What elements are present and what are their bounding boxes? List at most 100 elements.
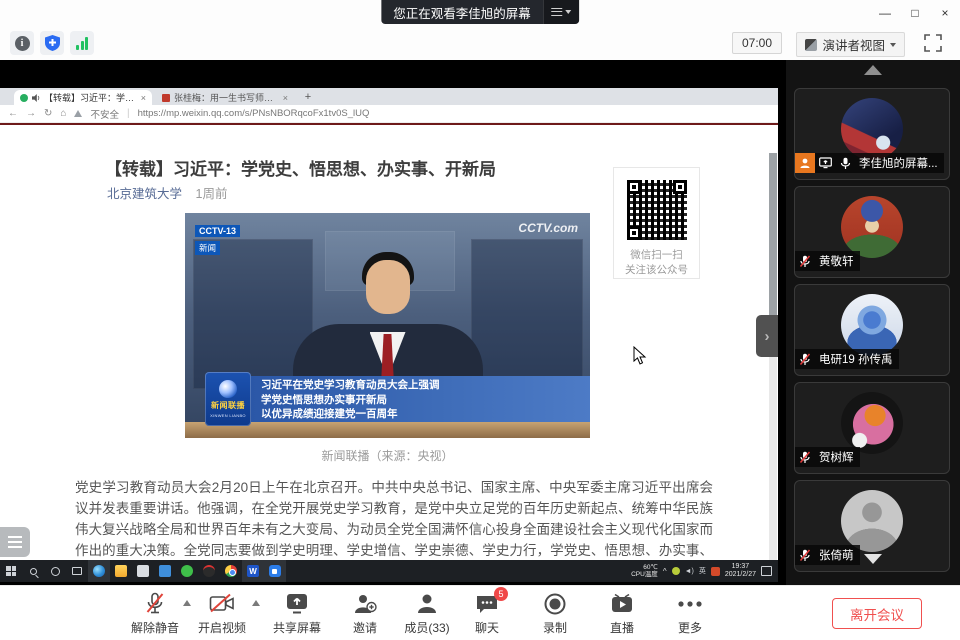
action-center-icon[interactable] xyxy=(761,566,772,576)
network-signal-button[interactable] xyxy=(70,31,94,55)
browser-address-bar[interactable]: ← → ↻ ⌂ 不安全 | https://mp.weixin.qq.com/s… xyxy=(0,105,778,123)
meeting-info-button[interactable]: i xyxy=(10,31,34,55)
mic-muted-icon xyxy=(795,349,815,369)
article-byline: 北京建筑大学 1周前 xyxy=(107,183,227,202)
ime-indicator[interactable]: 英 xyxy=(699,566,706,576)
participant-label: 黄敬轩 xyxy=(795,251,860,271)
close-button[interactable]: × xyxy=(930,0,960,26)
security-shield-button[interactable] xyxy=(40,31,64,55)
share-screen-button[interactable]: 共享屏幕 xyxy=(265,592,329,636)
record-button[interactable]: 录制 xyxy=(523,592,587,636)
article-date: 1周前 xyxy=(196,187,228,201)
caption-line2: 学党史悟思想办实事开新局 xyxy=(261,393,584,408)
tab-title: 张桂梅：用一生书写师德情怀 xyxy=(174,91,279,104)
members-button[interactable]: 成员(33) xyxy=(395,592,459,636)
tab-close-icon[interactable]: × xyxy=(141,93,146,103)
qr-caption-line2: 关注该公众号 xyxy=(614,263,699,278)
qq-icon[interactable] xyxy=(198,560,220,582)
taskbar-clock[interactable]: 19:37 2021/2/27 xyxy=(725,563,756,579)
maximize-button[interactable]: □ xyxy=(900,0,930,26)
participant-tile[interactable]: 李佳旭的屏幕... xyxy=(794,88,950,180)
refresh-icon[interactable]: ↻ xyxy=(44,108,52,119)
list-icon xyxy=(8,536,22,548)
caption-line1: 习近平在党史学习教育动员大会上强调 xyxy=(261,378,584,393)
system-tray: 60℃ CPU温度 ^ ◄) 英 19:37 2021/2/27 xyxy=(631,560,778,582)
article-author-link[interactable]: 北京建筑大学 xyxy=(107,187,182,201)
badge-menu-button[interactable] xyxy=(543,0,579,24)
chat-unread-badge: 5 xyxy=(494,587,508,601)
participant-tile[interactable]: 黄敬轩 xyxy=(794,186,950,278)
qr-finder-mark xyxy=(673,180,687,194)
chat-button[interactable]: 5 聊天 xyxy=(455,592,519,636)
browser-tab-active[interactable]: 【转载】习近平：学党史… × xyxy=(14,90,152,105)
wechat-icon[interactable] xyxy=(176,560,198,582)
article-page: 【转载】习近平：学党史、悟思想、办实事、开新局 北京建筑大学 1周前 微信扫一扫 xyxy=(0,125,778,585)
participant-tile[interactable]: 贺树辉 xyxy=(794,382,950,474)
scroll-down-icon[interactable] xyxy=(864,554,882,564)
chevron-down-icon xyxy=(565,10,571,14)
browser-tab-inactive[interactable]: 张桂梅：用一生书写师德情怀 × xyxy=(156,90,294,105)
article-title: 【转载】习近平：学党史、悟思想、办实事、开新局 xyxy=(105,155,625,180)
outline-float-button[interactable] xyxy=(0,527,30,557)
video-credit: 新闻联播（来源：央视） xyxy=(185,447,590,464)
live-button[interactable]: 直播 xyxy=(590,592,654,636)
start-button[interactable] xyxy=(0,560,22,582)
windows-taskbar: W 60℃ CPU温度 ^ ◄) 英 19:37 2021/2/27 xyxy=(0,560,778,582)
more-button[interactable]: 更多 xyxy=(658,592,722,636)
chrome-icon[interactable] xyxy=(220,560,242,582)
qr-finder-mark xyxy=(627,180,641,194)
invite-button[interactable]: 邀请 xyxy=(333,592,397,636)
record-icon xyxy=(543,592,567,616)
new-tab-button[interactable]: + xyxy=(300,90,316,105)
avatar xyxy=(841,98,903,160)
mail-icon[interactable] xyxy=(154,560,176,582)
volume-icon[interactable]: ◄) xyxy=(685,568,694,575)
file-explorer-icon[interactable] xyxy=(110,560,132,582)
fullscreen-button[interactable] xyxy=(922,32,944,54)
edge-icon[interactable] xyxy=(88,560,110,582)
task-view-icon[interactable] xyxy=(66,560,88,582)
news-video-player[interactable]: CCTV-13 新闻 CCTV.com 习近平在党史学习教育动员大会上强调 学党… xyxy=(185,213,590,438)
participant-label: 贺树辉 xyxy=(795,447,860,467)
members-icon xyxy=(415,592,439,616)
info-icon: i xyxy=(15,36,30,51)
video-options-caret[interactable] xyxy=(252,600,260,606)
home-icon[interactable]: ⌂ xyxy=(60,108,66,119)
scroll-up-icon[interactable] xyxy=(864,65,882,75)
tray-app-icon[interactable] xyxy=(672,567,680,575)
participant-tile[interactable]: 电研19 孙传禹 xyxy=(794,284,950,376)
minimize-button[interactable]: — xyxy=(870,0,900,26)
scrollbar-thumb[interactable] xyxy=(769,153,777,323)
tab-title: 【转载】习近平：学党史… xyxy=(44,91,137,104)
view-mode-dropdown[interactable]: 演讲者视图 xyxy=(796,32,905,57)
meeting-app-icon[interactable] xyxy=(264,560,286,582)
participant-label: 李佳旭的屏幕... xyxy=(795,153,944,173)
url-text[interactable]: https://mp.weixin.qq.com/s/PNsNBORqcoFx1… xyxy=(138,108,370,119)
mic-on-icon xyxy=(835,153,855,173)
sidebar-collapse-tab[interactable]: › xyxy=(756,315,778,357)
unmute-button[interactable]: 解除静音 xyxy=(123,592,187,636)
tray-expand-icon[interactable]: ^ xyxy=(663,567,667,576)
caption-line3: 以优异成绩迎接建党一百周年 xyxy=(261,407,584,422)
leave-meeting-button[interactable]: 离开会议 xyxy=(832,598,922,629)
participant-label: 张倚萌 xyxy=(795,545,860,565)
tab-close-icon[interactable]: × xyxy=(283,93,288,103)
meeting-toolbar: i 07:00 演讲者视图 xyxy=(0,26,960,60)
mouse-cursor xyxy=(633,346,647,371)
video-caption-bar: 习近平在党史学习教育动员大会上强调 学党史悟思想办实事开新局 以优异成绩迎接建党… xyxy=(251,376,590,422)
forward-icon[interactable]: → xyxy=(26,108,36,119)
tray-app-icon[interactable] xyxy=(711,567,720,576)
store-icon[interactable] xyxy=(132,560,154,582)
search-icon[interactable] xyxy=(22,560,44,582)
word-icon[interactable]: W xyxy=(242,560,264,582)
more-icon xyxy=(677,600,703,608)
not-secure-label: 不安全 xyxy=(90,107,119,121)
back-icon[interactable]: ← xyxy=(8,108,18,119)
shield-icon xyxy=(45,35,60,51)
main-region: 【转载】习近平：学党史… × 张桂梅：用一生书写师德情怀 × + ← → ↻ ⌂ xyxy=(0,60,960,585)
presenter-icon xyxy=(795,153,815,173)
cortana-icon[interactable] xyxy=(44,560,66,582)
start-video-button[interactable]: 开启视频 xyxy=(190,592,254,636)
page-scrollbar[interactable] xyxy=(769,153,777,585)
invite-icon xyxy=(353,592,377,616)
